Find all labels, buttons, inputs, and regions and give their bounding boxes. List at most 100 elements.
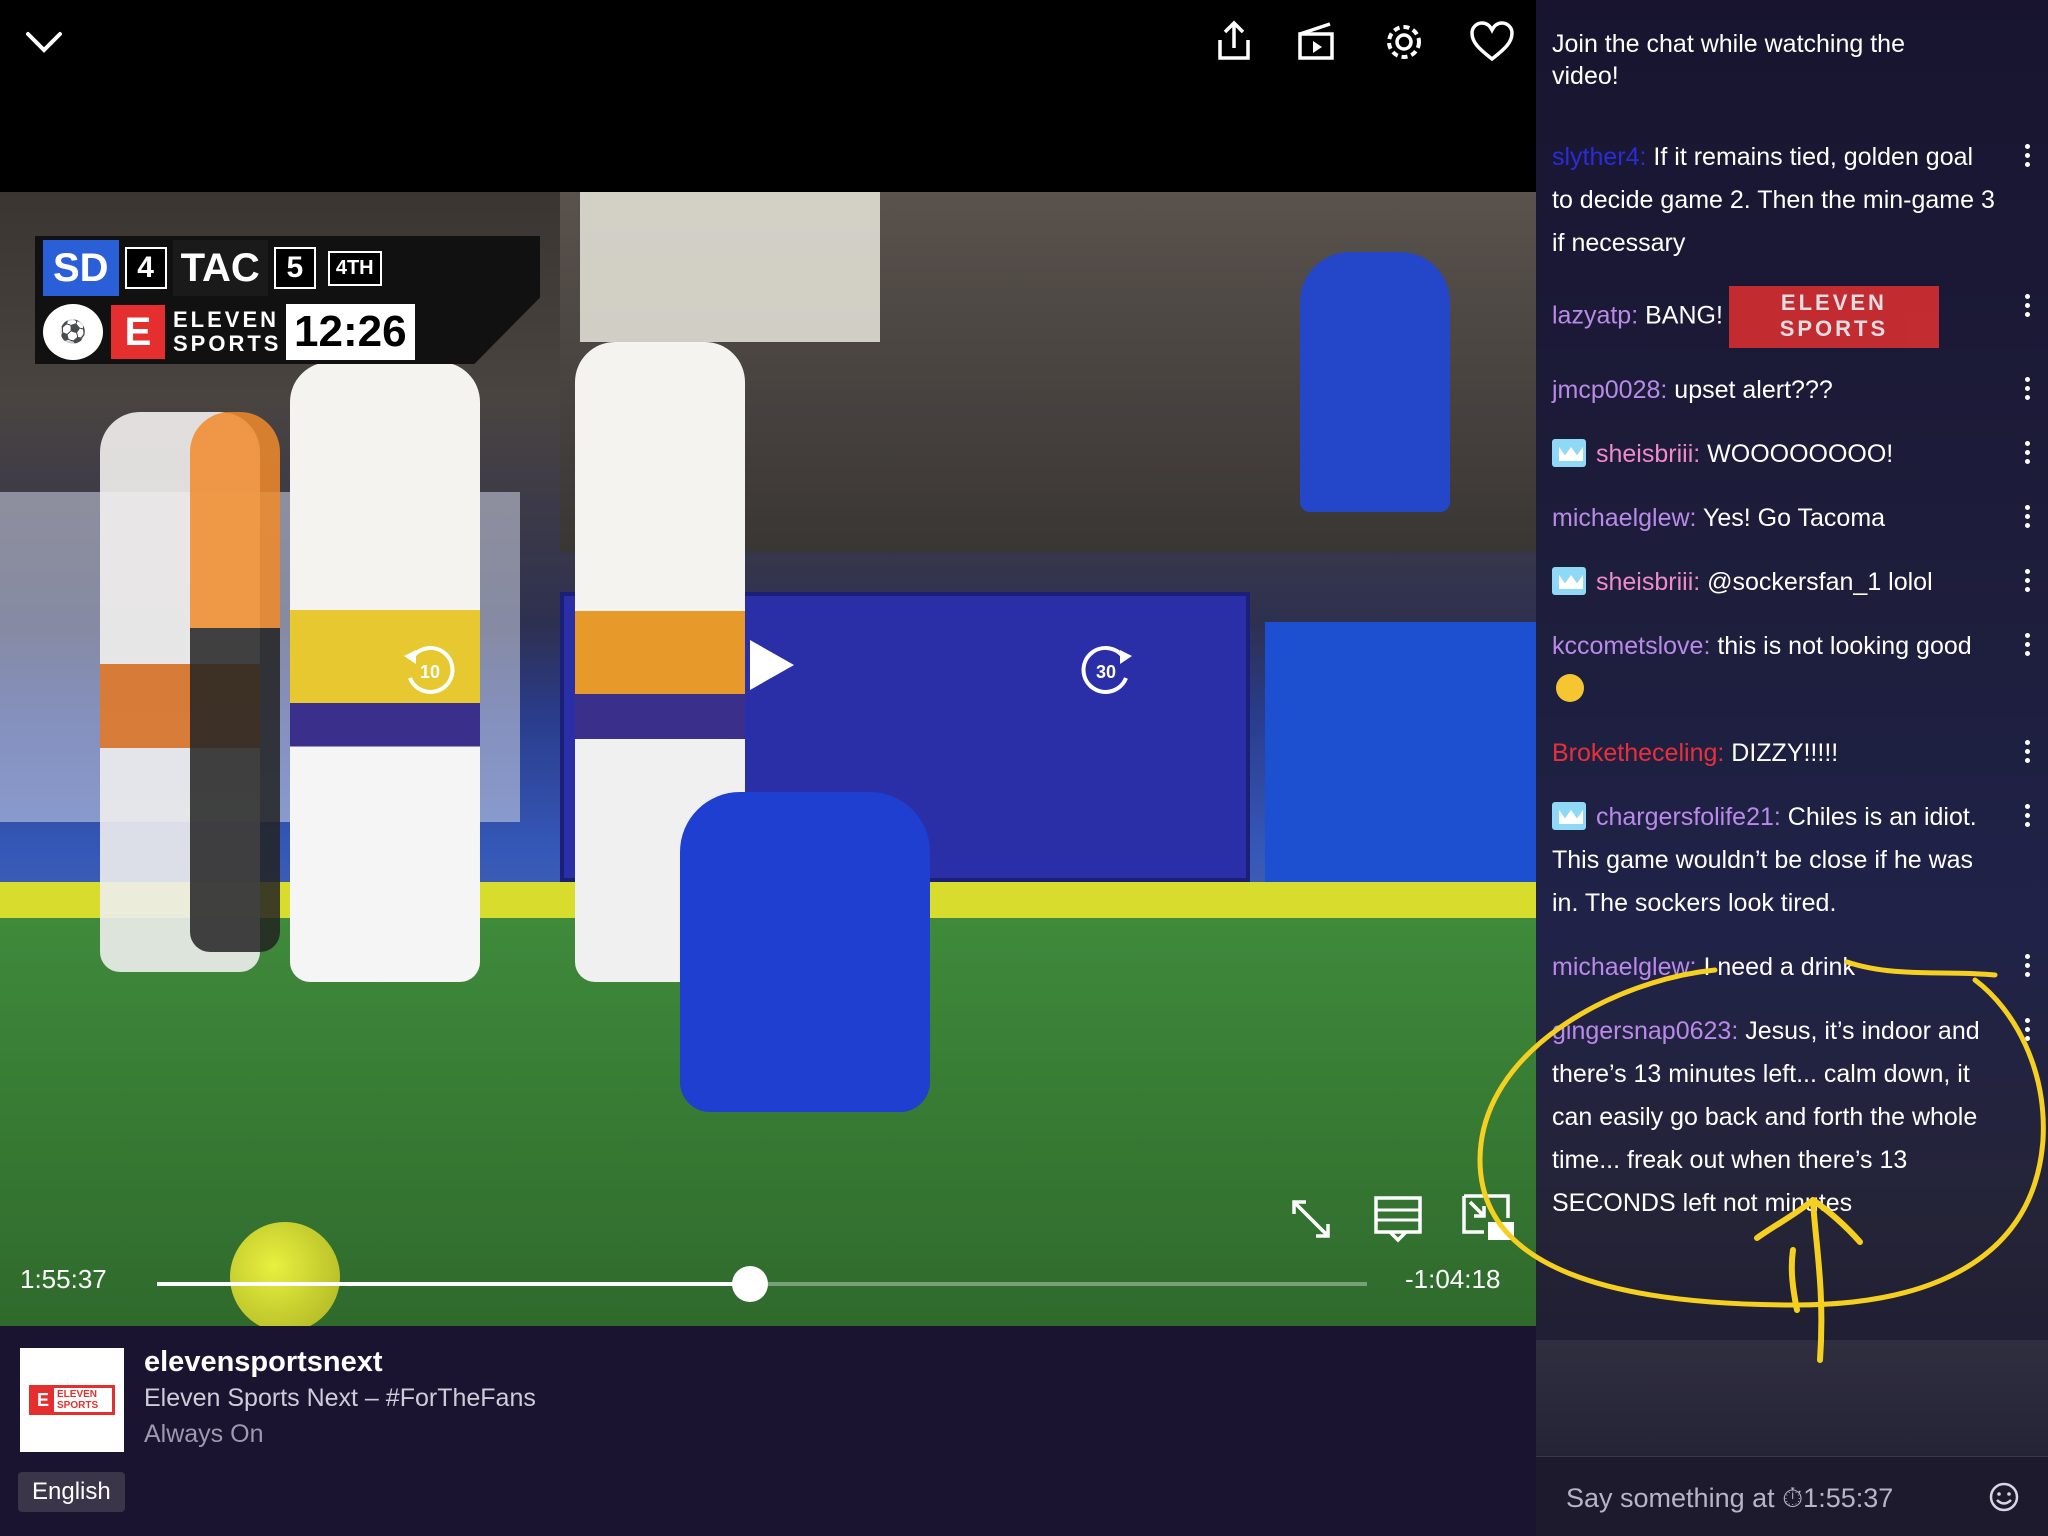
elapsed-time: 1:55:37 [20,1264,107,1294]
chat-message-text: @sockersfan_1 lolol [1700,568,1933,596]
fullscreen-button[interactable] [1288,1196,1334,1242]
message-menu-icon[interactable] [2018,140,2036,176]
chat-toggle-icon [1374,1196,1422,1243]
chat-message-text: DIZZY!!!!! [1724,739,1839,767]
clip-icon[interactable] [1288,14,1344,70]
subscriber-badge-icon [1552,802,1586,830]
seek-bar-thumb[interactable] [731,1266,768,1302]
play-button[interactable] [740,636,798,694]
chat-username[interactable]: lazyatp: [1552,302,1638,330]
chat-message[interactable]: sheisbriii: @sockersfan_1 lolol [1552,561,2042,604]
chat-toggle-button[interactable] [1372,1192,1424,1244]
chat-message-text: upset alert??? [1667,376,1833,404]
chat-message[interactable]: gingersnap0623: Jesus, it’s indoor and t… [1552,1010,2042,1225]
message-menu-icon[interactable] [2018,373,2036,409]
chat-message-text: I need a drink [1696,953,1855,981]
language-tag[interactable]: English [18,1472,125,1512]
chat-message[interactable]: lazyatp: BANG! ELEVEN SPORTS [1552,286,2042,348]
chat-message[interactable]: michaelglew: I need a drink [1552,946,2042,989]
message-menu-icon[interactable] [2018,950,2036,986]
picture-in-picture-button[interactable] [1460,1192,1516,1244]
chat-input[interactable] [1566,1479,1966,1517]
subscriber-badge-icon [1552,567,1586,595]
brand-emote-icon: ELEVEN SPORTS [1728,286,1939,348]
chat-username[interactable]: slyther4: [1552,143,1646,171]
picture-in-picture-icon [1462,1194,1514,1240]
chat-username[interactable]: kccometslove: [1552,632,1710,660]
chat-message[interactable]: jmcp0028: upset alert??? [1552,369,2042,412]
period: 4TH [327,250,382,286]
video-player[interactable]: SD 4 TAC 5 4TH ⚽ E ELEVEN SPORTS 12:26 1… [0,0,1536,1326]
message-menu-icon[interactable] [2018,565,2036,601]
league-logo-icon: ⚽ [43,304,103,360]
chat-message-text: BANG! [1638,301,1723,330]
chat-message[interactable]: chargersfolife21: Chiles is an idiot. Th… [1552,796,2042,925]
message-menu-icon[interactable] [2018,437,2036,473]
chat-username[interactable]: jmcp0028: [1552,376,1667,404]
chat-username[interactable]: sheisbriii: [1596,568,1700,596]
heart-icon[interactable] [1464,14,1520,70]
stream-info: E ELEVEN SPORTS elevensportsnext Eleven … [0,1326,1536,1536]
fan-sign [580,192,880,342]
brand-logo-icon: E [111,305,165,359]
brand-name: ELEVEN SPORTS [173,307,282,356]
game-clock: 12:26 [286,304,415,360]
away-score: 5 [273,247,316,289]
chevron-down-icon[interactable] [16,14,72,70]
forward-30-icon: 30 [1081,645,1132,694]
message-menu-icon[interactable] [2018,1014,2036,1050]
home-score: 4 [124,247,167,289]
chat-message-text: Jesus, it’s indoor and there’s 13 minute… [1552,1017,1980,1217]
message-menu-icon[interactable] [2018,800,2036,836]
player-figure [680,792,930,1112]
referee-figure [190,412,280,952]
chat-message-text: this is not looking good [1710,632,1972,660]
gear-icon[interactable] [1376,14,1432,70]
chat-username[interactable]: Broketheceling: [1552,739,1724,767]
chat-message[interactable]: kccometslove: this is not looking good [1552,625,2042,711]
message-menu-icon[interactable] [2018,290,2036,326]
play-icon [750,640,794,690]
chat-panel: Join the chat while watching the video! … [1536,0,2048,1536]
chat-username[interactable]: sheisbriii: [1596,440,1700,468]
home-team: SD [43,240,119,296]
soccer-ball [230,1222,340,1326]
chat-message[interactable]: michaelglew: Yes! Go Tacoma [1552,497,2042,540]
chat-message-text: Yes! Go Tacoma [1696,504,1886,532]
dasher-board-ad-right [1265,622,1536,892]
share-icon[interactable] [1206,14,1262,70]
scoreboard: SD 4 TAC 5 4TH ⚽ E ELEVEN SPORTS 12:26 [35,236,540,364]
chat-header: Join the chat while watching the video! [1552,30,1905,90]
away-team: TAC [172,240,268,296]
chat-message[interactable]: Broketheceling: DIZZY!!!!! [1552,732,2042,775]
chat-message-list[interactable]: slyther4: If it remains tied, golden goa… [1552,136,2042,1246]
chat-username[interactable]: chargersfolife21: [1596,803,1781,831]
fan-figure [1300,252,1450,512]
stream-title: Eleven Sports Next – #ForTheFans [144,1384,536,1412]
chat-username[interactable]: michaelglew: [1552,953,1697,981]
player-top-bar [0,0,1536,192]
forward-30-button[interactable]: 30 [1074,638,1138,702]
chat-username[interactable]: michaelglew: [1552,504,1697,532]
seek-bar[interactable] [157,1266,1367,1302]
chat-input-bar [1536,1456,2048,1536]
subscriber-badge-icon [1552,439,1586,467]
rewind-10-icon: 10 [404,645,455,694]
message-menu-icon[interactable] [2018,629,2036,665]
message-menu-icon[interactable] [2018,736,2036,772]
chat-message-text: WOOOOOOOO! [1700,440,1894,468]
stream-status: Always On [144,1420,264,1448]
message-menu-icon[interactable] [2018,501,2036,537]
fullscreen-icon [1292,1200,1330,1238]
emoji-icon[interactable] [1986,1479,2022,1515]
channel-avatar[interactable]: E ELEVEN SPORTS [20,1348,124,1452]
channel-name[interactable]: elevensportsnext [144,1346,383,1379]
remaining-time: -1:04:18 [1405,1264,1501,1294]
svg-text:10: 10 [420,662,440,682]
chat-message[interactable]: sheisbriii: WOOOOOOOO! [1552,433,2042,476]
rewind-10-button[interactable]: 10 [398,638,462,702]
chat-message[interactable]: slyther4: If it remains tied, golden goa… [1552,136,2042,265]
svg-text:30: 30 [1096,662,1116,682]
chat-username[interactable]: gingersnap0623: [1552,1017,1738,1045]
seek-bar-progress [157,1282,750,1286]
